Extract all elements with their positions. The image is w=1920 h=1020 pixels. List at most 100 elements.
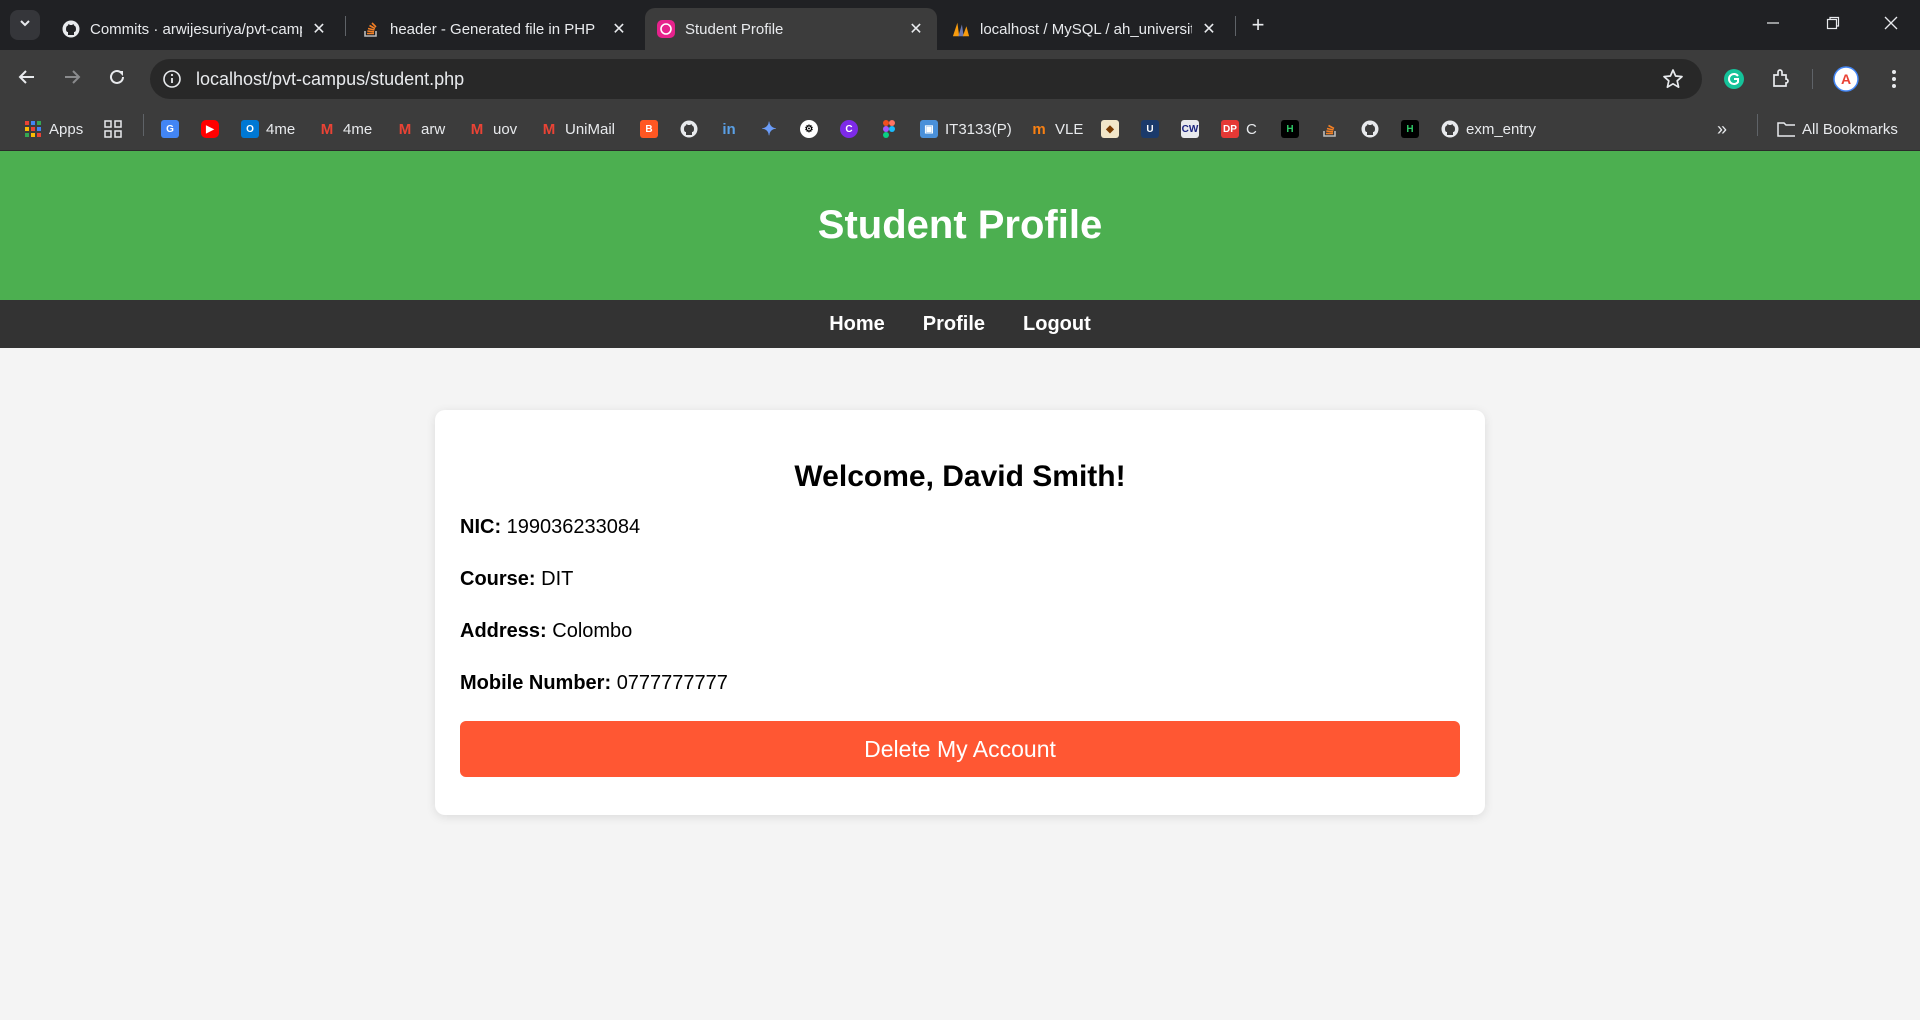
bookmark-label: uov — [493, 120, 518, 138]
hackerrank-icon: H — [1401, 120, 1419, 138]
bookmark-youtube[interactable]: ▶ — [201, 116, 226, 142]
bookmark-blogger[interactable]: B — [640, 116, 665, 142]
crest-icon: ◆ — [1101, 120, 1119, 138]
figma-icon — [880, 120, 898, 138]
chatgpt-icon: ⚙ — [800, 120, 818, 138]
stackoverflow-icon — [362, 20, 380, 38]
bookmark-gemini[interactable]: ✦ — [760, 116, 785, 142]
more-menu-icon[interactable] — [1879, 64, 1909, 94]
bookmarks-overflow-button[interactable]: » — [1717, 116, 1727, 142]
bookmark-github[interactable] — [680, 116, 705, 142]
gemini-sparkle-icon: ✦ — [761, 118, 777, 139]
gmail-icon: M — [542, 120, 556, 138]
bookmark-uov[interactable]: U — [1141, 116, 1166, 142]
tab-phpmyadmin[interactable]: localhost / MySQL / ah_university ✕ — [940, 8, 1230, 50]
bookmark-gmail-arw[interactable]: M arw — [396, 116, 445, 142]
bookmark-hackerrank[interactable]: H — [1281, 116, 1306, 142]
stackoverflow-icon — [1321, 120, 1339, 138]
bookmark-chatgpt[interactable]: ⚙ — [800, 116, 825, 142]
address-bar[interactable]: localhost/pvt-campus/student.php — [150, 59, 1702, 99]
nav-profile-link[interactable]: Profile — [923, 313, 985, 336]
tab-title: header - Generated file in PHP — [390, 20, 596, 38]
bookmark-stackoverflow[interactable] — [1321, 116, 1346, 142]
bookmark-hackerrank-2[interactable]: H — [1401, 116, 1426, 142]
reload-button[interactable] — [100, 62, 134, 96]
bookmark-star-icon[interactable] — [1662, 68, 1684, 90]
tab-title: Student Profile — [685, 20, 784, 38]
url-text[interactable]: localhost/pvt-campus/student.php — [196, 69, 464, 90]
bookmark-dp-c[interactable]: DP C — [1221, 116, 1257, 142]
tab-title: Commits · arwijesuriya/pvt-campus — [90, 20, 302, 38]
dp-icon: DP — [1221, 120, 1239, 138]
tab-strip: Commits · arwijesuriya/pvt-campus ✕ head… — [0, 0, 1920, 50]
close-window-button[interactable] — [1868, 10, 1914, 40]
bookmark-divider — [143, 114, 144, 136]
nav-home-link[interactable]: Home — [829, 313, 885, 336]
bookmark-label: All Bookmarks — [1802, 120, 1898, 138]
new-tab-button[interactable]: + — [1245, 12, 1271, 38]
delete-account-button[interactable]: Delete My Account — [460, 721, 1460, 777]
bookmark-gmail-unimail[interactable]: M UniMail — [540, 116, 615, 142]
bookmark-vle[interactable]: m VLE — [1030, 116, 1083, 142]
site-nav: Home Profile Logout — [0, 300, 1920, 348]
bookmark-university-crest[interactable]: ◆ — [1101, 116, 1126, 142]
close-icon[interactable]: ✕ — [1200, 20, 1218, 38]
address-value: Colombo — [552, 620, 633, 642]
bookmark-outlook-4me[interactable]: O 4me — [241, 116, 295, 142]
bookmark-label: 4me — [266, 120, 296, 138]
tab-php-header[interactable]: header - Generated file in PHP ✕ — [350, 8, 640, 50]
bookmark-github-2[interactable] — [1361, 116, 1386, 142]
forward-button[interactable] — [55, 62, 89, 96]
bookmark-it3133[interactable]: ▣ IT3133(P) — [920, 116, 1012, 142]
address-label: Address: — [460, 620, 547, 642]
bookmark-label: C — [1246, 120, 1257, 138]
bookmark-apps[interactable]: Apps — [24, 116, 83, 142]
close-icon[interactable]: ✕ — [610, 20, 628, 38]
bookmark-canva[interactable]: C — [840, 116, 865, 142]
github-icon — [1441, 120, 1459, 138]
restore-button[interactable] — [1810, 10, 1856, 40]
google-translate-icon: G — [161, 120, 179, 138]
github-icon — [1361, 120, 1379, 138]
extensions-icon[interactable] — [1766, 64, 1796, 94]
outlook-icon: O — [241, 120, 259, 138]
svg-text:A: A — [1841, 71, 1851, 87]
minimize-button[interactable] — [1750, 10, 1796, 40]
phpmyadmin-icon — [952, 20, 970, 38]
arrow-left-icon — [18, 68, 36, 91]
tab-student-profile[interactable]: Student Profile ✕ — [645, 8, 937, 50]
bookmark-label: 4me — [343, 120, 373, 138]
bookmark-exm-entry[interactable]: exm_entry — [1441, 116, 1536, 142]
bookmark-gmail-4me[interactable]: M 4me — [318, 116, 372, 142]
welcome-heading: Welcome, David Smith! — [794, 460, 1126, 493]
tab-divider — [345, 16, 346, 36]
tab-github-commits[interactable]: Commits · arwijesuriya/pvt-campus ✕ — [50, 8, 340, 50]
close-icon[interactable]: ✕ — [907, 20, 925, 38]
bookmark-linkedin[interactable]: in — [720, 116, 745, 142]
nic-row: NIC: 199036233084 — [460, 509, 1460, 545]
github-icon — [680, 120, 698, 138]
bookmark-figma[interactable] — [880, 116, 905, 142]
bookmark-tab-groups[interactable] — [104, 116, 129, 142]
nic-label: NIC: — [460, 516, 502, 538]
bookmark-cw[interactable]: CW — [1181, 116, 1206, 142]
profile-avatar[interactable]: A — [1831, 64, 1861, 94]
course-label: Course: — [460, 568, 536, 590]
linkedin-icon: in — [722, 120, 736, 138]
close-icon[interactable]: ✕ — [310, 20, 328, 38]
gmail-icon: M — [398, 120, 412, 138]
tab-search-button[interactable] — [10, 10, 40, 40]
grammarly-extension-icon[interactable] — [1719, 64, 1749, 94]
tab-divider — [1235, 16, 1236, 36]
bookmark-gmail-uov[interactable]: M uov — [468, 116, 517, 142]
site-info-icon[interactable] — [162, 69, 182, 89]
gmail-icon: M — [320, 120, 334, 138]
blogger-icon: B — [640, 120, 658, 138]
restore-icon — [1826, 16, 1840, 35]
bookmark-google-translate[interactable]: G — [161, 116, 186, 142]
course-row: Course: DIT — [460, 561, 1460, 597]
moodle-icon: m — [1032, 120, 1046, 138]
nav-logout-link[interactable]: Logout — [1023, 313, 1091, 336]
back-button[interactable] — [10, 62, 44, 96]
all-bookmarks-button[interactable]: All Bookmarks — [1777, 116, 1898, 142]
